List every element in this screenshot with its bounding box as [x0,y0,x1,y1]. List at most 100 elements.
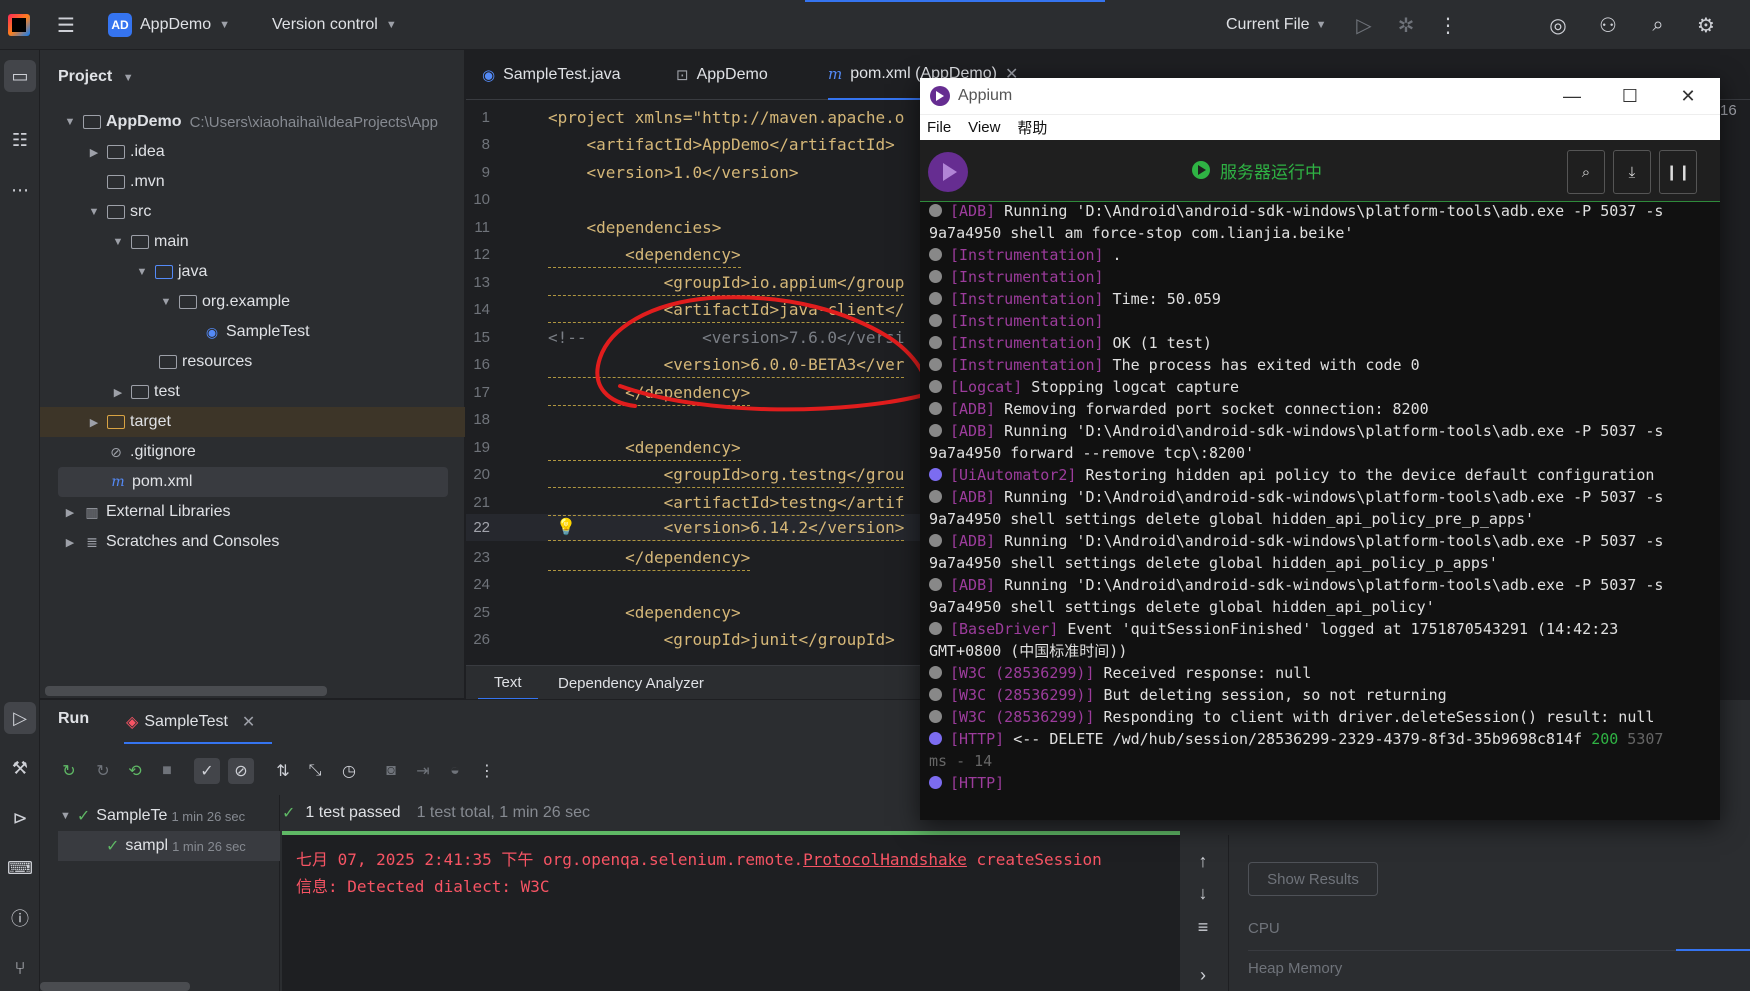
download-logs-button[interactable]: ⤓ [1613,150,1651,194]
project-horizontal-scrollbar[interactable] [45,686,327,696]
close-tab-icon[interactable]: ✕ [242,712,255,732]
tab-sampletest-java[interactable]: ◉ SampleTest.java [482,50,620,100]
tree-item-target[interactable]: ▶ target [40,407,465,437]
run-config-label: Current File [1226,16,1310,33]
export-icon[interactable]: ⇥ [410,758,436,784]
run-config-selector[interactable]: Current File ▼ [1226,0,1326,50]
history-icon[interactable]: ◷ [336,758,362,784]
more-tools-icon[interactable]: ⋯ [4,174,36,206]
log-text: Restoring hidden api policy to the devic… [1076,466,1655,484]
tree-item-scratches[interactable]: ▶ ≣ Scratches and Consoles [40,527,465,557]
sort-icon[interactable]: ⇅ [270,758,296,784]
run-horizontal-scrollbar[interactable] [40,982,190,991]
run-tool-icon[interactable]: ▷ [4,702,36,734]
code-line[interactable]: <version>1.0</version> [548,159,799,186]
intention-bulb-icon[interactable]: 💡 [556,517,576,537]
code-line[interactable]: <version>6.14.2</version> [548,514,905,541]
toggle-auto-test-icon[interactable]: ⟲ [122,758,148,784]
menu-view[interactable]: View [968,119,1000,136]
build-tool-icon[interactable]: ⚒ [4,752,36,784]
screenshot-icon[interactable]: ◙ [378,758,404,784]
terminal-tool-icon[interactable]: ⌨ [4,852,36,884]
stop-icon[interactable]: ■ [154,758,180,784]
tree-item-label: java [178,263,208,280]
project-switcher[interactable]: AD AppDemo ▼ [108,0,230,50]
add-user-icon[interactable]: ⚇ [1596,13,1620,37]
project-tool-icon[interactable]: ▭ [4,60,36,92]
test-tree-method[interactable]: ✓ sampl 1 min 26 sec [58,831,280,861]
collapse-icon[interactable]: ⤡ [302,758,328,784]
code-line[interactable]: <dependencies> [548,214,722,241]
rerun-failed-icon[interactable]: ↻ [90,758,116,784]
ai-assistant-icon[interactable]: ◎ [1546,13,1570,37]
show-ignored-icon[interactable]: ⊘ [228,758,254,784]
tree-item-java[interactable]: ▼ java [40,257,465,287]
code-line[interactable]: <dependency> [548,241,741,268]
log-text: 9a7a4950 shell am force-stop com.lianjia… [929,224,1354,242]
code-line[interactable]: </dependency> [548,544,751,571]
tree-item-main[interactable]: ▼ main [40,227,465,257]
tree-item-src[interactable]: ▼ src [40,197,465,227]
line-number: 17 [473,384,490,401]
search-icon[interactable]: ⌕ [1646,13,1670,37]
run-icon[interactable]: ▷ [1352,13,1376,37]
search-logs-button[interactable]: ⌕ [1567,150,1605,194]
pause-server-button[interactable]: ❙❙ [1659,150,1697,194]
excluded-folder-icon [106,414,126,430]
tab-appdemo[interactable]: ⊡ AppDemo [676,50,768,100]
red-annotation-circle [595,295,928,412]
menu-file[interactable]: File [927,119,951,136]
maven-file-icon: m [828,65,843,83]
tree-item-mvn[interactable]: .mvn [40,167,465,197]
tree-item-gitignore[interactable]: ⊘ .gitignore [40,437,465,467]
services-tool-icon[interactable]: ⊳ [4,802,36,834]
code-line[interactable]: <artifactId>AppDemo</artifactId> [548,131,895,158]
more-actions-icon[interactable]: ⋮ [1436,13,1460,37]
scroll-up-icon[interactable]: ↑ [1190,848,1216,874]
soft-wrap-icon[interactable]: ≡ [1190,914,1216,940]
menu-help[interactable]: 帮助 [1017,117,1047,138]
code-line[interactable]: <dependency> [548,434,741,461]
code-line[interactable]: <groupId>junit</groupId> [548,626,895,653]
expand-right-icon[interactable]: › [1190,962,1216,988]
more-options-icon[interactable]: ⋮ [474,758,500,784]
code-line[interactable]: <dependency> [548,599,741,626]
coverage-icon[interactable]: ◒ [442,758,468,784]
test-tree-root[interactable]: ▼ ✓ SampleTe 1 min 26 sec [40,801,280,831]
main-menu-icon[interactable]: ☰ [54,13,78,37]
tab-text[interactable]: Text [478,666,538,700]
close-window-icon[interactable]: ✕ [1660,78,1716,114]
project-pane-header[interactable]: Project ▼ [58,68,134,86]
chevron-right-icon: ▶ [113,386,123,399]
settings-gear-icon[interactable]: ⚙ [1694,13,1718,37]
start-inspector-session-button[interactable] [928,152,968,192]
rerun-icon[interactable]: ↻ [56,758,82,784]
structure-tool-icon[interactable]: ☷ [4,124,36,156]
log-tag: [HTTP] [950,774,1005,792]
tree-item-test[interactable]: ▶ test [40,377,465,407]
tree-item-external-libraries[interactable]: ▶ ▥ External Libraries [40,497,465,527]
code-line[interactable]: <artifactId>testng</artif [548,489,905,516]
tab-dependency-analyzer[interactable]: Dependency Analyzer [558,666,704,700]
debug-icon[interactable]: ✲ [1394,13,1418,37]
code-line[interactable]: <groupId>org.testng</grou [548,461,905,488]
folder-icon [130,384,150,400]
tree-item-resources[interactable]: resources [40,347,465,377]
problems-tool-icon[interactable]: ⓘ [4,902,36,934]
version-control-menu[interactable]: Version control ▼ [272,0,397,50]
tree-item-org-example[interactable]: ▼ org.example [40,287,465,317]
code-line[interactable]: <project xmlns="http://maven.apache.o [548,104,904,131]
show-passed-icon[interactable]: ✓ [194,758,220,784]
maximize-icon[interactable]: ☐ [1602,78,1658,114]
tree-item-idea[interactable]: ▶ .idea [40,137,465,167]
log-line: 9a7a4950 shell am force-stop com.lianjia… [929,222,1353,244]
log-line: [HTTP] <-- DELETE /wd/hub/session/285362… [929,728,1663,750]
tree-item-appdemo[interactable]: ▼ AppDemo C:\Users\xiaohaihai\IdeaProjec… [40,107,465,137]
git-tool-icon[interactable]: ⑂ [4,952,36,984]
minimize-icon[interactable]: — [1544,78,1600,114]
show-results-button[interactable]: Show Results [1248,862,1378,896]
tree-item-pom-xml[interactable]: m pom.xml [58,467,448,497]
tree-item-sampletest[interactable]: ◉ SampleTest [40,317,465,347]
scroll-down-icon[interactable]: ↓ [1190,880,1216,906]
run-tab-sampletest[interactable]: ◈ SampleTest ✕ [124,702,272,744]
